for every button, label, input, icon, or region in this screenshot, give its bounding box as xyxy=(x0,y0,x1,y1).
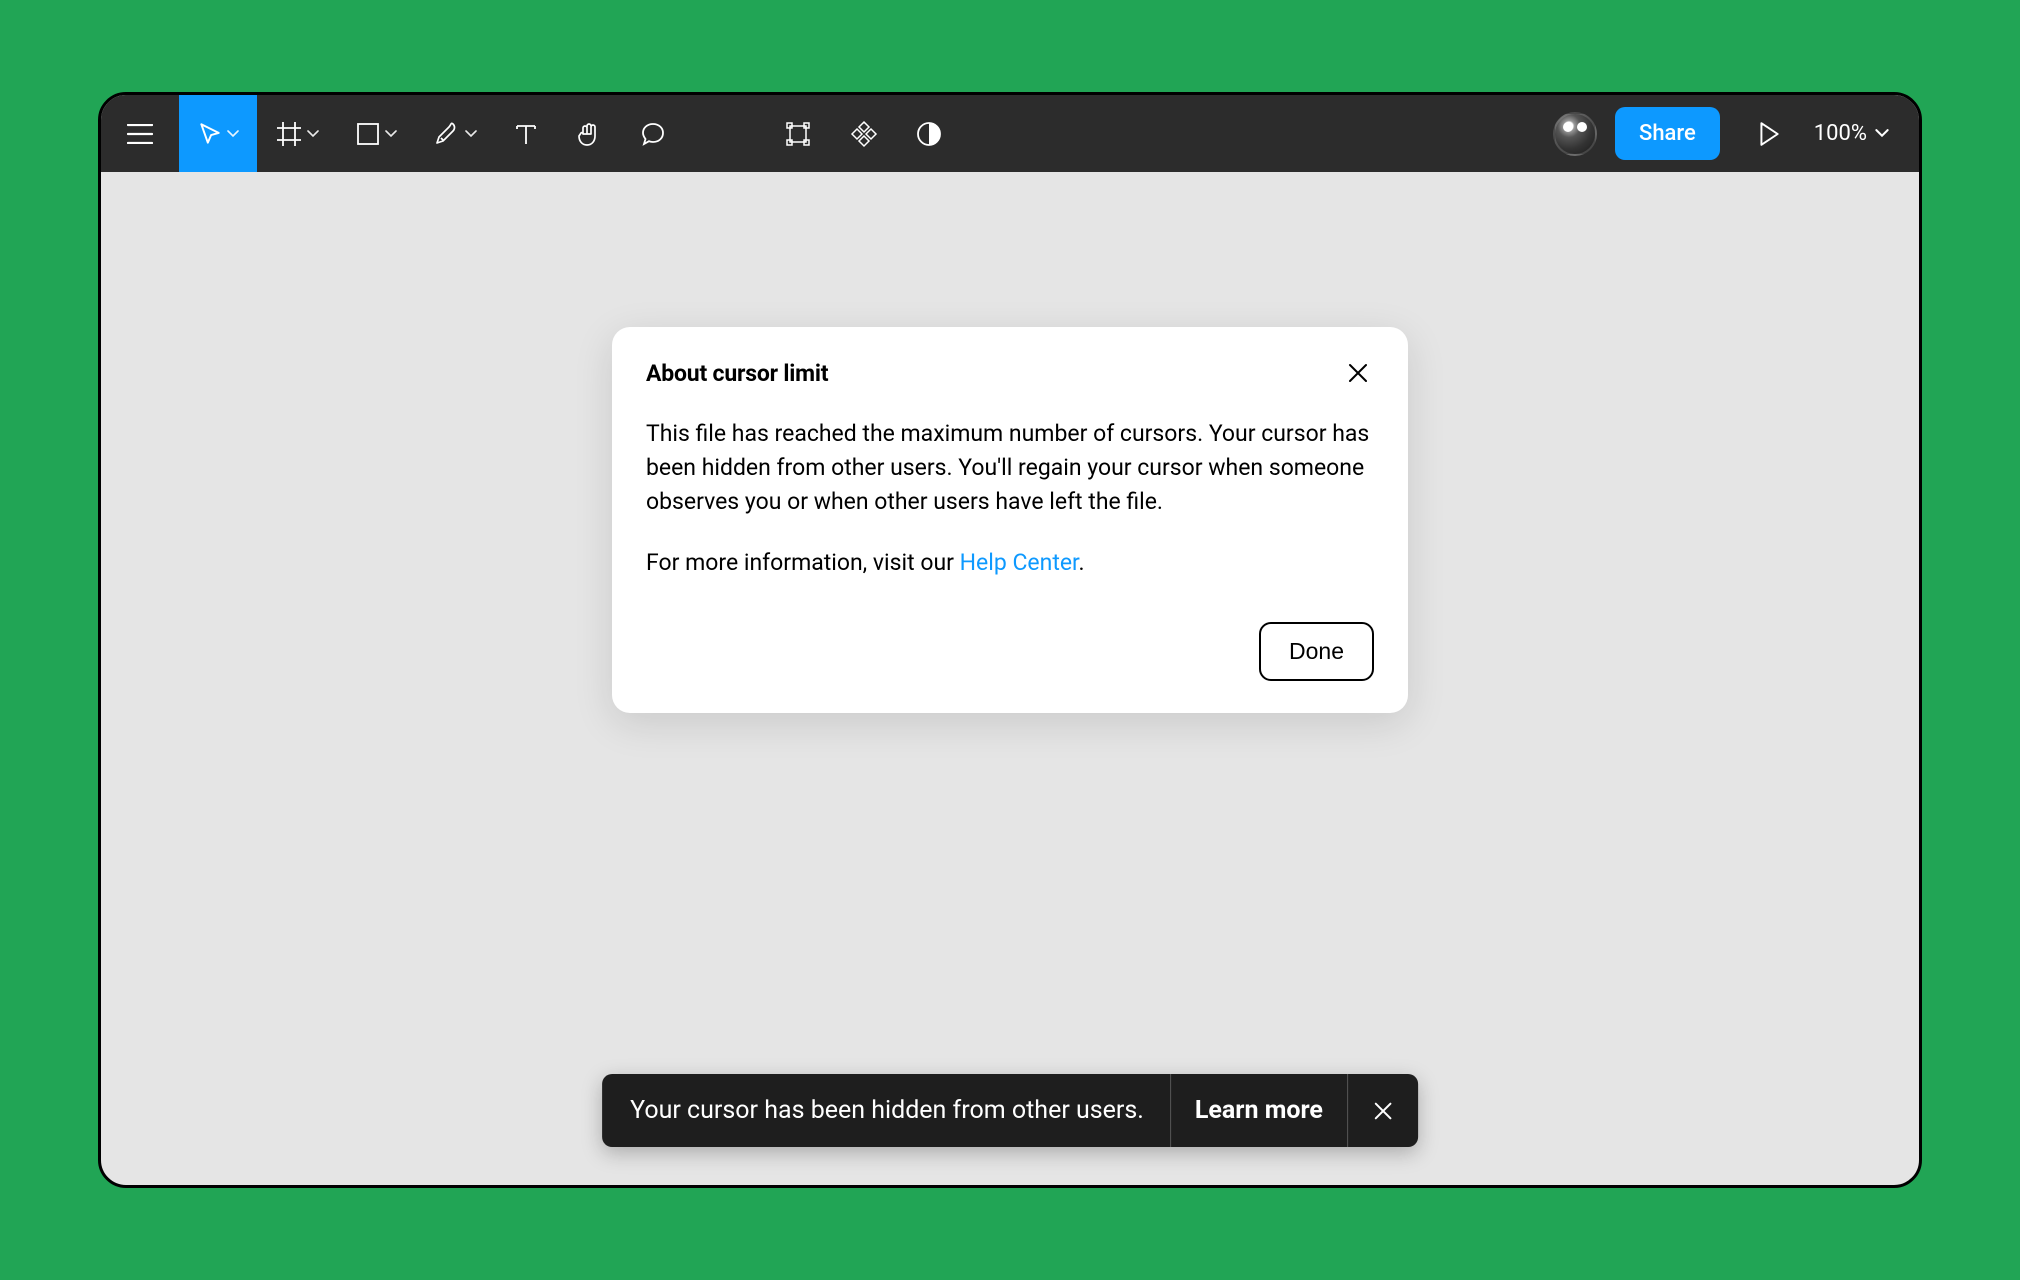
bounding-box-icon xyxy=(783,119,813,149)
frame-icon xyxy=(275,120,303,148)
menu-icon xyxy=(127,124,153,144)
app-window: Share 100% About cursor limit xyxy=(98,92,1922,1188)
text-icon xyxy=(513,121,539,147)
close-icon xyxy=(1346,361,1370,385)
resize-tool-button[interactable] xyxy=(765,95,831,172)
toast-learn-more-button[interactable]: Learn more xyxy=(1170,1074,1347,1147)
close-icon xyxy=(1372,1100,1394,1122)
chevron-down-icon xyxy=(227,130,239,138)
help-center-link[interactable]: Help Center xyxy=(960,549,1079,576)
canvas[interactable]: About cursor limit This file has reached… xyxy=(101,172,1919,1185)
move-tool-button[interactable] xyxy=(179,95,257,172)
chevron-down-icon xyxy=(307,130,319,138)
toast-message: Your cursor has been hidden from other u… xyxy=(602,1074,1170,1147)
chevron-down-icon xyxy=(385,130,397,138)
present-button[interactable] xyxy=(1734,121,1804,147)
zoom-value: 100% xyxy=(1814,121,1867,146)
shape-tool-button[interactable] xyxy=(337,95,415,172)
play-icon xyxy=(1758,121,1780,147)
main-menu-button[interactable] xyxy=(101,95,179,172)
user-avatar[interactable] xyxy=(1553,112,1597,156)
components-icon xyxy=(849,119,879,149)
modal-close-button[interactable] xyxy=(1342,357,1374,389)
comment-tool-button[interactable] xyxy=(621,95,685,172)
chevron-down-icon xyxy=(465,130,477,138)
cursor-limit-modal: About cursor limit This file has reached… xyxy=(612,327,1408,713)
toast-close-button[interactable] xyxy=(1347,1074,1418,1147)
comment-icon xyxy=(639,120,667,148)
toast-notification: Your cursor has been hidden from other u… xyxy=(602,1074,1418,1147)
mask-tool-button[interactable] xyxy=(897,95,961,172)
cursor-icon xyxy=(197,121,223,147)
modal-paragraph-1: This file has reached the maximum number… xyxy=(646,417,1374,518)
modal-title: About cursor limit xyxy=(646,360,828,387)
share-button[interactable]: Share xyxy=(1615,107,1720,160)
done-button[interactable]: Done xyxy=(1259,622,1374,681)
hand-icon xyxy=(575,120,603,148)
pen-icon xyxy=(433,120,461,148)
mask-icon xyxy=(915,120,943,148)
modal-body: This file has reached the maximum number… xyxy=(646,417,1374,580)
modal-paragraph-2: For more information, visit our Help Cen… xyxy=(646,546,1374,580)
pen-tool-button[interactable] xyxy=(415,95,495,172)
rectangle-icon xyxy=(355,121,381,147)
zoom-control[interactable]: 100% xyxy=(1804,121,1919,146)
chevron-down-icon xyxy=(1875,129,1889,138)
hand-tool-button[interactable] xyxy=(557,95,621,172)
components-button[interactable] xyxy=(831,95,897,172)
toolbar: Share 100% xyxy=(101,95,1919,172)
text-tool-button[interactable] xyxy=(495,95,557,172)
frame-tool-button[interactable] xyxy=(257,95,337,172)
